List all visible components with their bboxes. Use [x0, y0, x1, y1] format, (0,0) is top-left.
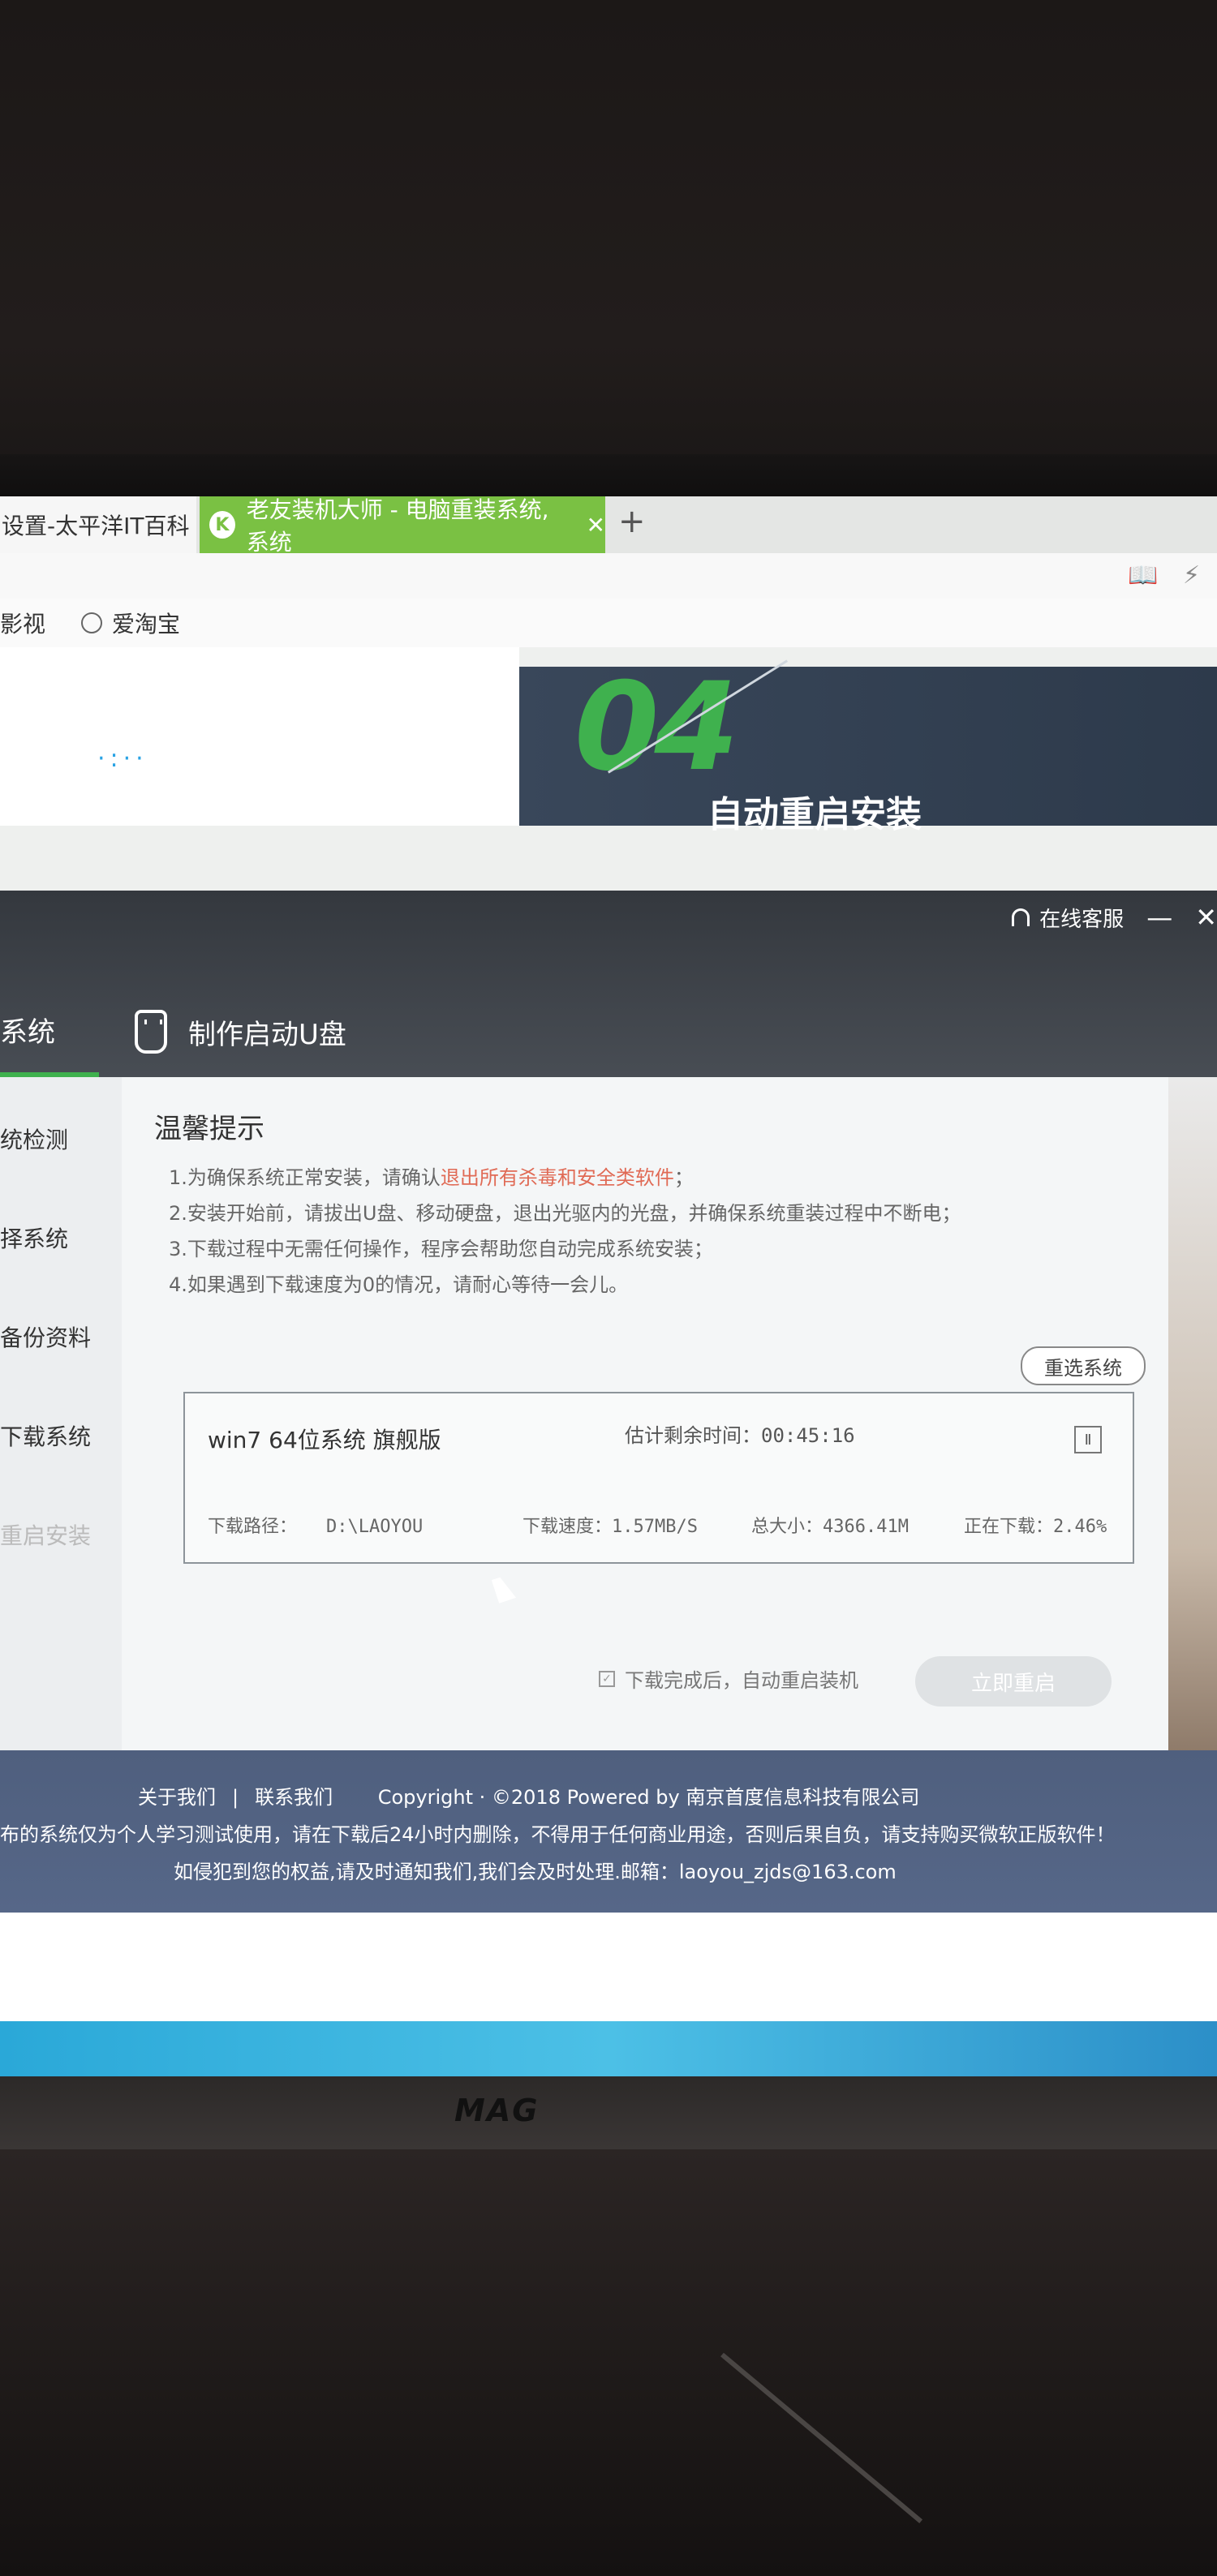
bookmark-aitaobao[interactable]: 爱淘宝 — [81, 607, 180, 639]
site-footer: 关于我们 | 联系我们 Copyright · ©2018 Powered by 南… — [0, 1750, 1217, 1913]
footer-links: 关于我们 | 联系我们 Copyright · ©2018 Powered by 南… — [138, 1781, 919, 1810]
sidebar-step-download: 下载系统 — [0, 1423, 92, 1450]
headset-icon — [1012, 908, 1030, 926]
status-value: 2.46% — [1053, 1517, 1107, 1537]
browser-tab-bar: 设置-太平洋IT百科 K 老友装机大师 - 电脑重装系统,系统 ✕ + — [0, 496, 1217, 556]
window-controls: 在线客服 — ✕ — [1012, 902, 1217, 933]
tip-text: 2.安装开始前，请拔出U盘、移动硬盘，退出光驱内的光盘，并确保系统重装过程中不断… — [169, 1202, 961, 1225]
bookmark-movies[interactable]: 影视 — [0, 607, 45, 639]
bookmark-label: 影视 — [0, 611, 46, 638]
path-value: D:\LAOYOU — [326, 1517, 424, 1537]
size-label: 总大小： — [751, 1517, 824, 1537]
download-speed: 下载速度：1.57MB/S — [522, 1512, 698, 1538]
usb-drive-icon — [135, 1010, 167, 1054]
browser-toolbar: 📖 ⚡ — [0, 553, 1217, 599]
tab-reinstall-system[interactable]: 系统 — [0, 986, 99, 1077]
monitor-bezel-bottom — [0, 2076, 1217, 2149]
status-label: 正在下载： — [964, 1517, 1054, 1537]
auto-restart-label: 下载完成后，自动重启装机 — [625, 1669, 858, 1692]
tab-laoyou[interactable]: K 老友装机大师 - 电脑重装系统,系统 ✕ — [200, 496, 605, 556]
speed-value: 1.57MB/S — [612, 1517, 698, 1537]
tab-pconline[interactable]: 设置-太平洋IT百科 — [0, 496, 196, 553]
loading-spinner-icon: ·:·· — [97, 745, 148, 773]
lightning-icon[interactable]: ⚡ — [1183, 561, 1200, 590]
tip-item: 2.安装开始前，请拔出U盘、移动硬盘，退出光驱内的光盘，并确保系统重装过程中不断… — [169, 1197, 961, 1226]
tip-text: 1.为确保系统正常安装，请确认 — [169, 1166, 441, 1189]
reading-mode-icon[interactable]: 📖 — [1128, 561, 1158, 590]
infringement-notice: 如侵犯到您的权益,请及时通知我们,我们会及时处理.邮箱：laoyou_zjds@… — [174, 1861, 897, 1883]
size-value: 4366.41M — [823, 1517, 909, 1537]
step-title: 自动重启安装 — [707, 794, 922, 835]
footer-separator: | — [232, 1786, 239, 1809]
close-icon[interactable]: ✕ — [587, 512, 605, 539]
tab-label: 系统 — [0, 1015, 55, 1049]
bookmark-label: 爱淘宝 — [112, 611, 181, 638]
contact-link[interactable]: 联系我们 — [255, 1786, 333, 1809]
monitor-bezel-top — [0, 454, 1217, 503]
tip-suffix: ； — [673, 1166, 694, 1189]
pause-button[interactable]: Ⅱ — [1074, 1426, 1102, 1453]
sidebar-step-check: 统检测 — [0, 1127, 69, 1153]
auto-restart-option[interactable]: ✓ 下载完成后，自动重启装机 — [599, 1664, 858, 1693]
steps-sidebar: 统检测 择系统 备份资料 下载系统 重启安装 — [0, 1077, 122, 1750]
download-path: 下载路径： D:\LAOYOU — [208, 1512, 423, 1538]
online-support-link[interactable]: 在线客服 — [1039, 903, 1124, 933]
installer-body: 统检测 择系统 备份资料 下载系统 重启安装 温馨提示 1.为确保系统正常安装，… — [0, 1077, 1168, 1750]
reselect-system-button[interactable]: 重选系统 — [1021, 1346, 1146, 1385]
speed-label: 下载速度： — [522, 1517, 613, 1537]
download-status: 正在下载：2.46% — [964, 1512, 1107, 1538]
hero-left-panel: ·:·· — [0, 647, 519, 826]
tip-item: 4.如果遇到下载速度为0的情况，请耐心等待一会儿。 — [169, 1269, 628, 1297]
tab-label: 老友装机大师 - 电脑重装系统,系统 — [246, 496, 549, 556]
tab-make-usb-boot[interactable]: 制作启动U盘 — [135, 986, 346, 1077]
eta-label: 估计剩余时间： — [625, 1424, 761, 1447]
new-tab-button[interactable]: + — [618, 503, 646, 540]
tip-item: 3.下载过程中无需任何操作，程序会帮助您自动完成系统安装； — [169, 1233, 713, 1261]
hero-banner: 04 自动重启安装 — [519, 657, 1217, 835]
tip-item: 1.为确保系统正常安装，请确认退出所有杀毒和安全类软件； — [169, 1161, 694, 1190]
system-name: win7 64位系统 旗舰版 — [208, 1427, 441, 1453]
download-panel: 温馨提示 1.为确保系统正常安装，请确认退出所有杀毒和安全类软件； 2.安装开始… — [154, 1077, 1152, 1750]
monitor-brand-logo: MAG — [454, 2093, 540, 2128]
step-number: 04 — [574, 657, 739, 798]
total-size: 总大小：4366.41M — [751, 1512, 909, 1538]
mouse-cursor-icon — [491, 1574, 517, 1604]
tab-label: 设置-太平洋IT百科 — [2, 513, 190, 539]
bookmarks-bar: 影视 爱淘宝 — [0, 599, 1217, 647]
tab-label: 制作启动U盘 — [188, 1018, 346, 1051]
tip-highlight: 退出所有杀毒和安全类软件 — [440, 1166, 674, 1189]
sidebar-step-backup: 备份资料 — [0, 1324, 92, 1351]
sidebar-step-select: 择系统 — [0, 1226, 69, 1252]
installer-window: 在线客服 — ✕ 系统 制作启动U盘 统检测 择系统 备份资料 下载系统 重启安… — [0, 891, 1217, 1750]
tip-text: 3.下载过程中无需任何操作，程序会帮助您自动完成系统安装； — [169, 1238, 713, 1260]
tips-title: 温馨提示 — [154, 1113, 264, 1145]
path-label: 下载路径： — [208, 1517, 298, 1537]
download-card: win7 64位系统 旗舰版 估计剩余时间：00:45:16 Ⅱ 下载路径： D:… — [183, 1392, 1134, 1564]
minimize-button[interactable]: — — [1146, 902, 1172, 933]
auto-restart-checkbox[interactable]: ✓ — [599, 1670, 615, 1687]
background-wall — [0, 0, 1217, 487]
sidebar-step-restart: 重启安装 — [0, 1522, 92, 1549]
desk-surface — [0, 2149, 1217, 2576]
close-window-button[interactable]: ✕ — [1195, 902, 1217, 933]
eta-value: 00:45:16 — [761, 1424, 855, 1447]
eta: 估计剩余时间：00:45:16 — [625, 1419, 855, 1448]
globe-icon — [81, 612, 103, 633]
monitor-screen: 设置-太平洋IT百科 K 老友装机大师 - 电脑重装系统,系统 ✕ + 📖 ⚡ … — [0, 496, 1217, 2086]
background-page-edge — [1168, 1077, 1217, 1750]
site-logo-icon: K — [209, 511, 235, 539]
tip-text: 4.如果遇到下载速度为0的情况，请耐心等待一会儿。 — [169, 1273, 629, 1296]
usage-notice: 布的系统仅为个人学习测试使用，请在下载后24小时内删除，不得用于任何商业用途，否… — [0, 1823, 1116, 1846]
restart-now-button[interactable]: 立即重启 — [915, 1656, 1112, 1707]
about-link[interactable]: 关于我们 — [138, 1786, 216, 1809]
copyright-text: Copyright · ©2018 Powered by 南京首度信息科技有限公… — [377, 1786, 920, 1809]
installer-header: 在线客服 — ✕ 系统 制作启动U盘 — [0, 891, 1217, 1077]
